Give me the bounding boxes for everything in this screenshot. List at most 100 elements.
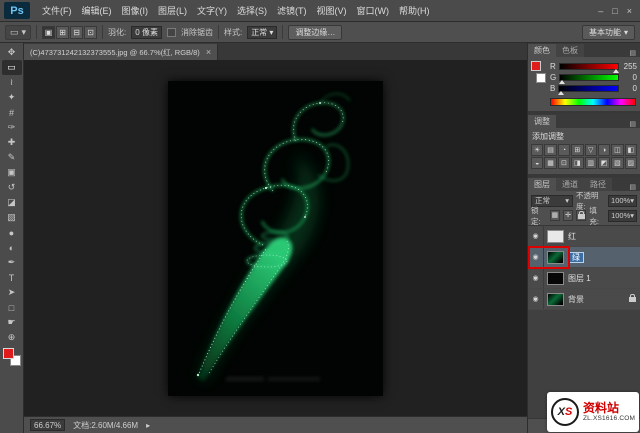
red-slider[interactable]: [559, 63, 619, 70]
canvas-pasteboard[interactable]: [24, 60, 527, 416]
eraser-tool[interactable]: ◪: [2, 195, 22, 210]
lock-transparency-icon[interactable]: ▦: [550, 210, 560, 221]
layer-thumbnail[interactable]: [547, 293, 564, 306]
layer-thumbnail[interactable]: [547, 272, 564, 285]
workspace-switcher[interactable]: 基本功能 ▾: [582, 25, 635, 40]
tool-preset-picker[interactable]: ▭ ▾: [5, 25, 31, 40]
panel-menu-icon[interactable]: ▤: [629, 183, 640, 191]
visibility-eye-icon[interactable]: ◉: [528, 289, 544, 309]
shape-tool[interactable]: □: [2, 300, 22, 315]
tab-adjustments[interactable]: 调整: [528, 115, 556, 128]
rectangular-marquee-tool[interactable]: ▭: [2, 60, 22, 75]
antialias-checkbox[interactable]: [167, 28, 176, 37]
path-selection-tool[interactable]: ➤: [2, 285, 22, 300]
intersect-selection-icon[interactable]: ⊡: [84, 26, 97, 39]
panel-menu-icon[interactable]: ▤: [629, 120, 640, 128]
blue-value[interactable]: 0: [622, 84, 637, 93]
layer-row-red[interactable]: ◉ 红: [528, 226, 640, 247]
blue-slider[interactable]: [558, 85, 619, 92]
panel-menu-icon[interactable]: ▤: [629, 49, 640, 57]
spot-healing-brush-tool[interactable]: ✚: [2, 135, 22, 150]
menu-window[interactable]: 窗口(W): [352, 0, 395, 21]
crop-tool[interactable]: #: [2, 105, 22, 120]
menu-layer[interactable]: 图层(L): [153, 0, 192, 21]
layer-name[interactable]: 背景: [568, 294, 629, 305]
visibility-eye-icon[interactable]: ◉: [528, 247, 544, 267]
menu-type[interactable]: 文字(Y): [192, 0, 232, 21]
selective-color-icon[interactable]: ▨: [625, 157, 637, 169]
posterize-icon[interactable]: ▥: [585, 157, 597, 169]
layer-thumbnail[interactable]: [547, 230, 564, 243]
layer-name[interactable]: 图层 1: [568, 273, 640, 284]
layer-name[interactable]: 红: [568, 231, 640, 242]
brush-tool[interactable]: ✎: [2, 150, 22, 165]
feather-input[interactable]: 0 像素: [131, 26, 162, 39]
color-balance-icon[interactable]: ◫: [611, 144, 623, 156]
document-tab[interactable]: (C)473731242132373555.jpg @ 66.7%(红, RGB…: [24, 44, 218, 60]
dodge-tool[interactable]: ◐: [2, 240, 22, 255]
tab-color[interactable]: 颜色: [528, 44, 556, 57]
hand-tool[interactable]: ☛: [2, 315, 22, 330]
pen-tool[interactable]: ✒: [2, 255, 22, 270]
zoom-tool[interactable]: ⊕: [2, 330, 22, 345]
levels-icon[interactable]: ▤: [544, 144, 556, 156]
layer-row-green-editing[interactable]: ◉ 绿: [528, 247, 640, 268]
menu-select[interactable]: 选择(S): [232, 0, 272, 21]
menu-edit[interactable]: 编辑(E): [77, 0, 117, 21]
exposure-icon[interactable]: ⊞: [571, 144, 583, 156]
type-tool[interactable]: T: [2, 270, 22, 285]
hue-saturation-icon[interactable]: ◑: [598, 144, 610, 156]
green-value[interactable]: 0: [622, 73, 637, 82]
threshold-icon[interactable]: ◩: [598, 157, 610, 169]
layer-row-background[interactable]: ◉ 背景: [528, 289, 640, 310]
red-value[interactable]: 255: [622, 62, 637, 71]
menu-file[interactable]: 文件(F): [37, 0, 77, 21]
black-white-icon[interactable]: ◧: [625, 144, 637, 156]
foreground-color-swatch[interactable]: [531, 61, 541, 71]
foreground-color-swatch[interactable]: [3, 348, 14, 359]
new-selection-icon[interactable]: ▣: [42, 26, 55, 39]
history-brush-tool[interactable]: ↺: [2, 180, 22, 195]
tab-swatches[interactable]: 色板: [556, 44, 584, 57]
menu-filter[interactable]: 滤镜(T): [272, 0, 312, 21]
color-spectrum-ramp[interactable]: [550, 98, 636, 106]
minimize-icon[interactable]: –: [598, 6, 603, 16]
lock-position-icon[interactable]: ✛: [563, 210, 573, 221]
visibility-eye-icon[interactable]: ◉: [528, 226, 544, 246]
eyedropper-tool[interactable]: ✑: [2, 120, 22, 135]
gradient-map-icon[interactable]: ▧: [611, 157, 623, 169]
vibrance-icon[interactable]: ▽: [585, 144, 597, 156]
visibility-eye-icon[interactable]: ◉: [528, 268, 544, 288]
layer-thumbnail[interactable]: [547, 251, 564, 264]
channel-mixer-icon[interactable]: ▦: [544, 157, 556, 169]
fill-field[interactable]: 100%▾: [608, 210, 637, 222]
subtract-selection-icon[interactable]: ⊟: [70, 26, 83, 39]
lasso-tool[interactable]: ≀: [2, 75, 22, 90]
color-lookup-icon[interactable]: ⊡: [558, 157, 570, 169]
menu-view[interactable]: 视图(V): [312, 0, 352, 21]
lock-all-icon[interactable]: [576, 210, 586, 221]
zoom-level-field[interactable]: 66.67%: [30, 419, 65, 431]
brightness-contrast-icon[interactable]: ☀: [531, 144, 543, 156]
status-menu-arrow-icon[interactable]: ▸: [146, 421, 150, 430]
tab-layers[interactable]: 图层: [528, 178, 556, 191]
layer-row-layer1[interactable]: ◉ 图层 1: [528, 268, 640, 289]
opacity-field[interactable]: 100%▾: [608, 195, 637, 207]
gradient-tool[interactable]: ▧: [2, 210, 22, 225]
menu-help[interactable]: 帮助(H): [394, 0, 435, 21]
photo-filter-icon[interactable]: ◒: [531, 157, 543, 169]
refine-edge-button[interactable]: 调整边缘…: [288, 25, 342, 40]
invert-icon[interactable]: ◨: [571, 157, 583, 169]
close-tab-icon[interactable]: ×: [206, 47, 211, 57]
move-tool[interactable]: ✥: [2, 45, 22, 60]
add-selection-icon[interactable]: ⊞: [56, 26, 69, 39]
document-canvas[interactable]: [168, 81, 383, 396]
quick-selection-tool[interactable]: ✦: [2, 90, 22, 105]
blur-tool[interactable]: ●: [2, 225, 22, 240]
style-select[interactable]: 正常 ▾: [247, 26, 277, 39]
layer-name-edit-field[interactable]: 绿: [568, 252, 584, 263]
curves-icon[interactable]: ◔: [558, 144, 570, 156]
clone-stamp-tool[interactable]: ▣: [2, 165, 22, 180]
background-color-swatch[interactable]: [536, 73, 546, 83]
close-icon[interactable]: ×: [627, 6, 632, 16]
